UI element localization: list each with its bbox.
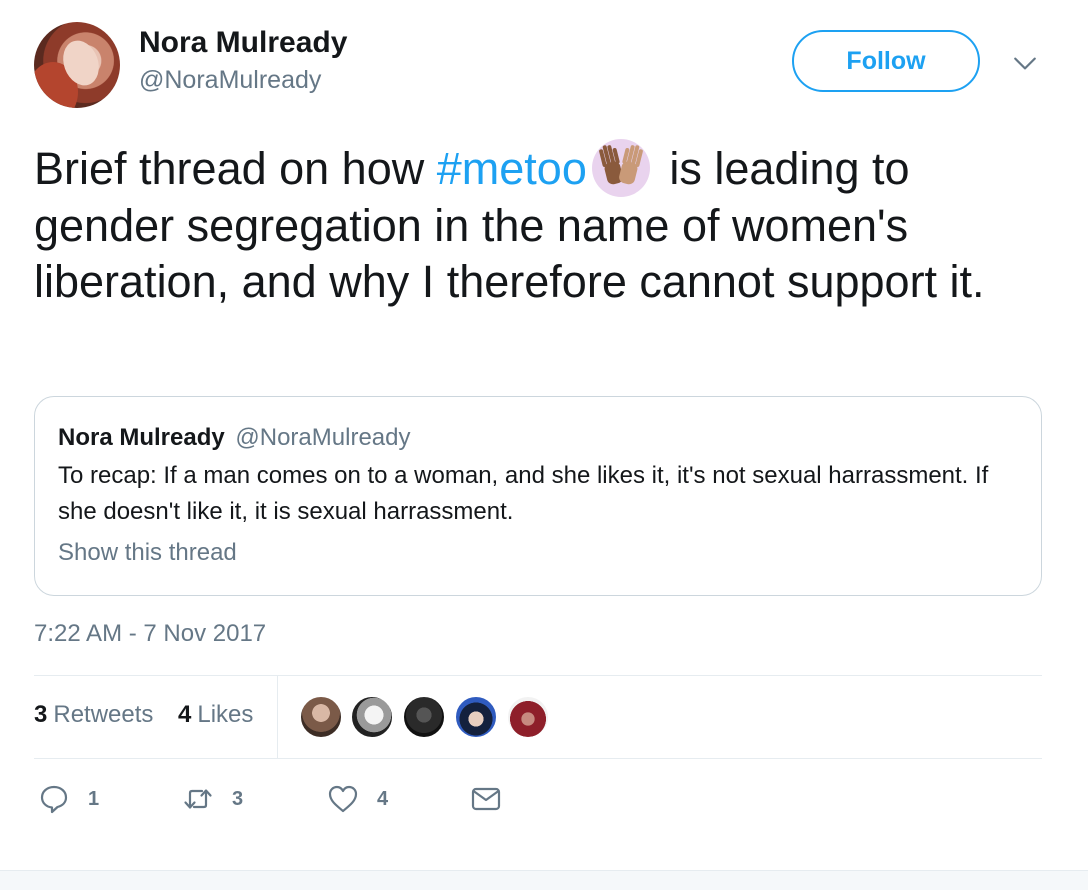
author-handle[interactable]: @NoraMulready <box>139 66 321 95</box>
stats-divider <box>277 676 278 758</box>
show-thread-link[interactable]: Show this thread <box>58 539 237 567</box>
reply-count: 1 <box>88 787 100 810</box>
retweet-button[interactable]: 3 <box>182 782 243 816</box>
divider-top <box>34 675 1042 676</box>
reply-icon <box>40 785 68 814</box>
hashtag-link[interactable]: #metoo <box>437 143 587 194</box>
author-avatar[interactable] <box>34 22 120 108</box>
retweets-label: Retweets <box>53 701 154 728</box>
author-name[interactable]: Nora Mulready <box>139 26 347 60</box>
retweet-count: 3 <box>232 787 244 810</box>
retweets-stat[interactable]: 3 Retweets <box>34 701 153 729</box>
direct-message-button[interactable] <box>470 782 502 816</box>
quoted-author-handle: @NoraMulready <box>235 424 411 451</box>
tweet-text: Brief thread on how #metoo is leading to… <box>34 138 1044 310</box>
high-five-emoji <box>591 139 650 197</box>
footer-strip <box>0 870 1088 890</box>
retweet-icon <box>184 789 212 809</box>
divider-bottom <box>34 758 1042 759</box>
likes-label: Likes <box>197 701 254 728</box>
like-button[interactable]: 4 <box>327 782 388 816</box>
liker-avatar[interactable] <box>402 695 446 739</box>
tweet-card: Nora Mulready @NoraMulready Follow Brief… <box>0 0 1088 870</box>
tweet-timestamp[interactable]: 7:22 AM - 7 Nov 2017 <box>34 620 266 648</box>
heart-icon <box>328 785 358 813</box>
quoted-tweet-header: Nora Mulready @NoraMulready <box>58 424 410 452</box>
quoted-tweet-text: To recap: If a man comes on to a woman, … <box>58 462 989 525</box>
liker-avatar[interactable] <box>350 695 394 739</box>
liker-avatar[interactable] <box>454 695 498 739</box>
direct-message-icon <box>471 787 501 811</box>
follow-button[interactable]: Follow <box>792 30 980 92</box>
likes-stat[interactable]: 4 Likes <box>178 701 253 729</box>
caret-down-icon[interactable] <box>1012 50 1038 76</box>
reply-button[interactable]: 1 <box>38 782 99 816</box>
tweet-text-before: Brief thread on how <box>34 143 437 194</box>
like-count: 4 <box>377 787 389 810</box>
liker-avatar[interactable] <box>506 695 550 739</box>
quoted-author-name: Nora Mulready <box>58 424 225 451</box>
liker-avatar[interactable] <box>299 695 343 739</box>
quoted-tweet[interactable]: Nora Mulready @NoraMulready To recap: If… <box>34 396 1042 596</box>
likes-count: 4 <box>178 701 192 728</box>
retweets-count: 3 <box>34 701 48 728</box>
